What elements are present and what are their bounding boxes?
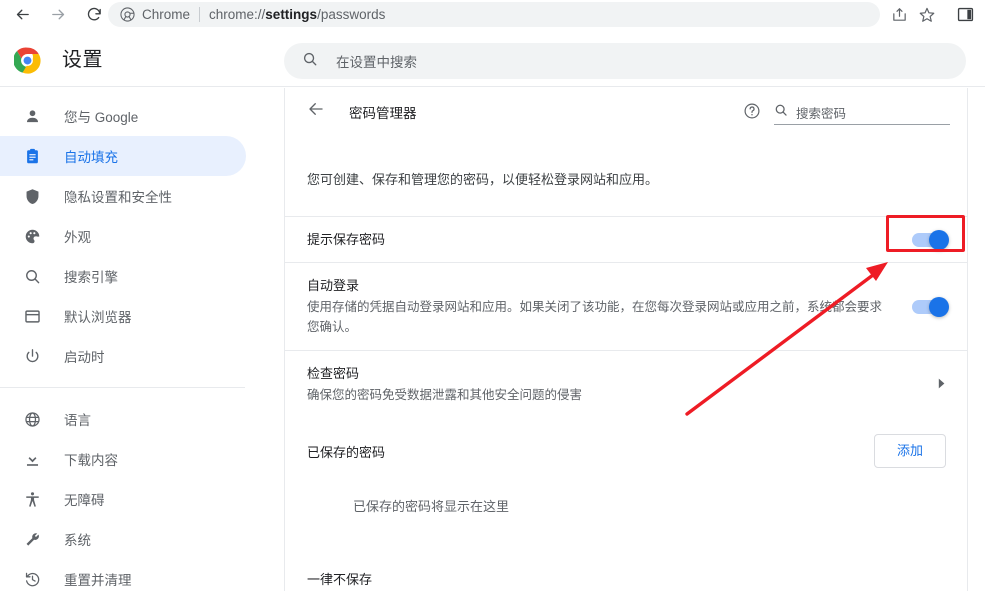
url-suffix: /passwords: [317, 7, 386, 22]
toolbar-actions: [885, 0, 979, 29]
saved-passwords-label: 已保存的密码: [307, 444, 386, 460]
page-right-gutter: [968, 88, 985, 591]
arrow-right-icon: [50, 6, 67, 23]
browser-window: Chrome chrome://settings/passwords 设置 在设…: [0, 0, 985, 591]
sidebar-item-label: 语言: [64, 413, 91, 428]
password-search-placeholder: 搜索密码: [796, 107, 847, 121]
reload-button[interactable]: [80, 1, 108, 29]
sidebar-item-label: 系统: [64, 533, 91, 548]
row-text: 提示保存密码: [307, 230, 912, 250]
row-text: 自动登录 使用存储的凭据自动登录网站和应用。如果关闭了该功能，在您每次登录网站或…: [307, 276, 912, 337]
auto-signin-toggle[interactable]: [912, 296, 949, 317]
never-saved-label: 一律不保存: [307, 572, 373, 587]
password-manager-panel: 密码管理器 搜索密码 您可创建、保存和管理您的密码，以便轻松登录网站和应用。 提…: [284, 88, 968, 591]
restore-icon: [22, 569, 42, 589]
offer-to-save-passwords-toggle[interactable]: [912, 229, 949, 250]
help-circle-icon[interactable]: [741, 100, 763, 122]
arrow-left-icon: [14, 6, 31, 23]
sidebar-item-downloads[interactable]: 下载内容: [0, 439, 246, 479]
sidebar-item-label: 无障碍: [64, 493, 105, 508]
chrome-icon: [120, 7, 135, 22]
saved-passwords-section-header: 已保存的密码 添加: [285, 418, 968, 484]
browser-toolbar: Chrome chrome://settings/passwords: [0, 0, 985, 29]
shield-icon: [22, 186, 42, 206]
sidebar-item-label: 重置并清理: [64, 573, 132, 588]
sidebar-item-default-browser[interactable]: 默认浏览器: [0, 296, 246, 336]
sidebar-item-appearance[interactable]: 外观: [0, 216, 246, 256]
reload-icon: [86, 6, 103, 23]
row-check-passwords[interactable]: 检查密码 确保您的密码免受数据泄露和其他安全问题的侵害: [285, 350, 968, 418]
sidebar-item-autofill[interactable]: 自动填充: [0, 136, 246, 176]
sidebar-item-languages[interactable]: 语言: [0, 399, 246, 439]
person-icon: [22, 106, 42, 126]
sidebar-item-you-and-google[interactable]: 您与 Google: [0, 96, 246, 136]
row-title: 提示保存密码: [307, 231, 386, 247]
share-icon[interactable]: [885, 1, 913, 29]
sidebar-item-label: 外观: [64, 230, 91, 245]
sidebar-item-on-startup[interactable]: 启动时: [0, 336, 246, 376]
browser-window-icon: [22, 306, 42, 326]
row-title: 自动登录: [307, 278, 360, 293]
sidebar-item-label: 隐私设置和安全性: [64, 190, 172, 205]
autofill-icon: [22, 146, 42, 166]
sidebar-item-reset-cleanup[interactable]: 重置并清理: [0, 559, 246, 591]
settings-sidebar: 您与 Google 自动填充 隐私设置和安全性 外观 搜索引擎 默认浏览器 启动…: [0, 88, 284, 591]
sidebar-item-label: 下载内容: [64, 453, 118, 468]
back-button[interactable]: [8, 1, 36, 29]
sidebar-item-accessibility[interactable]: 无障碍: [0, 479, 246, 519]
download-icon: [22, 449, 42, 469]
omnibox-separator: [199, 7, 201, 22]
toggle-knob: [929, 296, 949, 317]
add-password-button[interactable]: 添加: [873, 434, 946, 468]
saved-passwords-empty-text: 已保存的密码将显示在这里: [353, 499, 510, 514]
sidebar-item-search-engine[interactable]: 搜索引擎: [0, 256, 246, 296]
settings-search-input[interactable]: 在设置中搜索: [284, 43, 966, 79]
sidebar-divider: [0, 387, 245, 388]
chrome-logo-icon: [13, 47, 41, 74]
wrench-icon: [22, 529, 42, 549]
back-button[interactable]: [305, 101, 327, 123]
accessibility-icon: [22, 489, 42, 509]
row-offer-to-save-passwords[interactable]: 提示保存密码: [285, 216, 968, 262]
row-title: 检查密码: [307, 366, 360, 381]
url-prefix: chrome://: [209, 7, 266, 22]
toggle-knob: [929, 229, 949, 250]
chevron-right-icon[interactable]: [937, 378, 946, 392]
bookmark-star-icon[interactable]: [913, 1, 941, 29]
arrow-left-icon: [307, 100, 325, 123]
omnibox-url: chrome://settings/passwords: [209, 7, 385, 22]
search-icon: [22, 266, 42, 286]
url-bold-segment: settings: [265, 7, 318, 22]
globe-icon: [22, 409, 42, 429]
row-subtitle: 确保您的密码免受数据泄露和其他安全问题的侵害: [307, 388, 583, 402]
side-panel-icon[interactable]: [951, 1, 979, 29]
row-auto-signin[interactable]: 自动登录 使用存储的凭据自动登录网站和应用。如果关闭了该功能，在您每次登录网站或…: [285, 262, 968, 350]
sidebar-item-label: 自动填充: [64, 150, 118, 165]
panel-title: 密码管理器: [349, 105, 417, 121]
sidebar-item-label: 默认浏览器: [64, 310, 132, 325]
sidebar-item-label: 启动时: [64, 350, 105, 365]
settings-search-placeholder: 在设置中搜索: [336, 55, 417, 70]
row-text: 检查密码 确保您的密码免受数据泄露和其他安全问题的侵害: [307, 364, 937, 405]
power-icon: [22, 346, 42, 366]
panel-description: 您可创建、保存和管理您的密码，以便轻松登录网站和应用。: [307, 172, 659, 187]
page-title: 设置: [62, 49, 103, 71]
sidebar-item-privacy-security[interactable]: 隐私设置和安全性: [0, 176, 246, 216]
password-manager-header: 密码管理器 搜索密码: [285, 88, 968, 135]
search-icon: [302, 51, 318, 72]
palette-icon: [22, 226, 42, 246]
search-icon: [774, 103, 788, 122]
sidebar-item-system[interactable]: 系统: [0, 519, 246, 559]
sidebar-item-label: 您与 Google: [64, 110, 139, 125]
address-bar[interactable]: Chrome chrome://settings/passwords: [108, 2, 880, 27]
password-search-input[interactable]: 搜索密码: [774, 101, 950, 125]
omnibox-app-label: Chrome: [142, 7, 191, 22]
sidebar-item-label: 搜索引擎: [64, 270, 118, 285]
row-subtitle: 使用存储的凭据自动登录网站和应用。如果关闭了该功能，在您每次登录网站或应用之前，…: [307, 300, 883, 334]
forward-button[interactable]: [44, 1, 72, 29]
